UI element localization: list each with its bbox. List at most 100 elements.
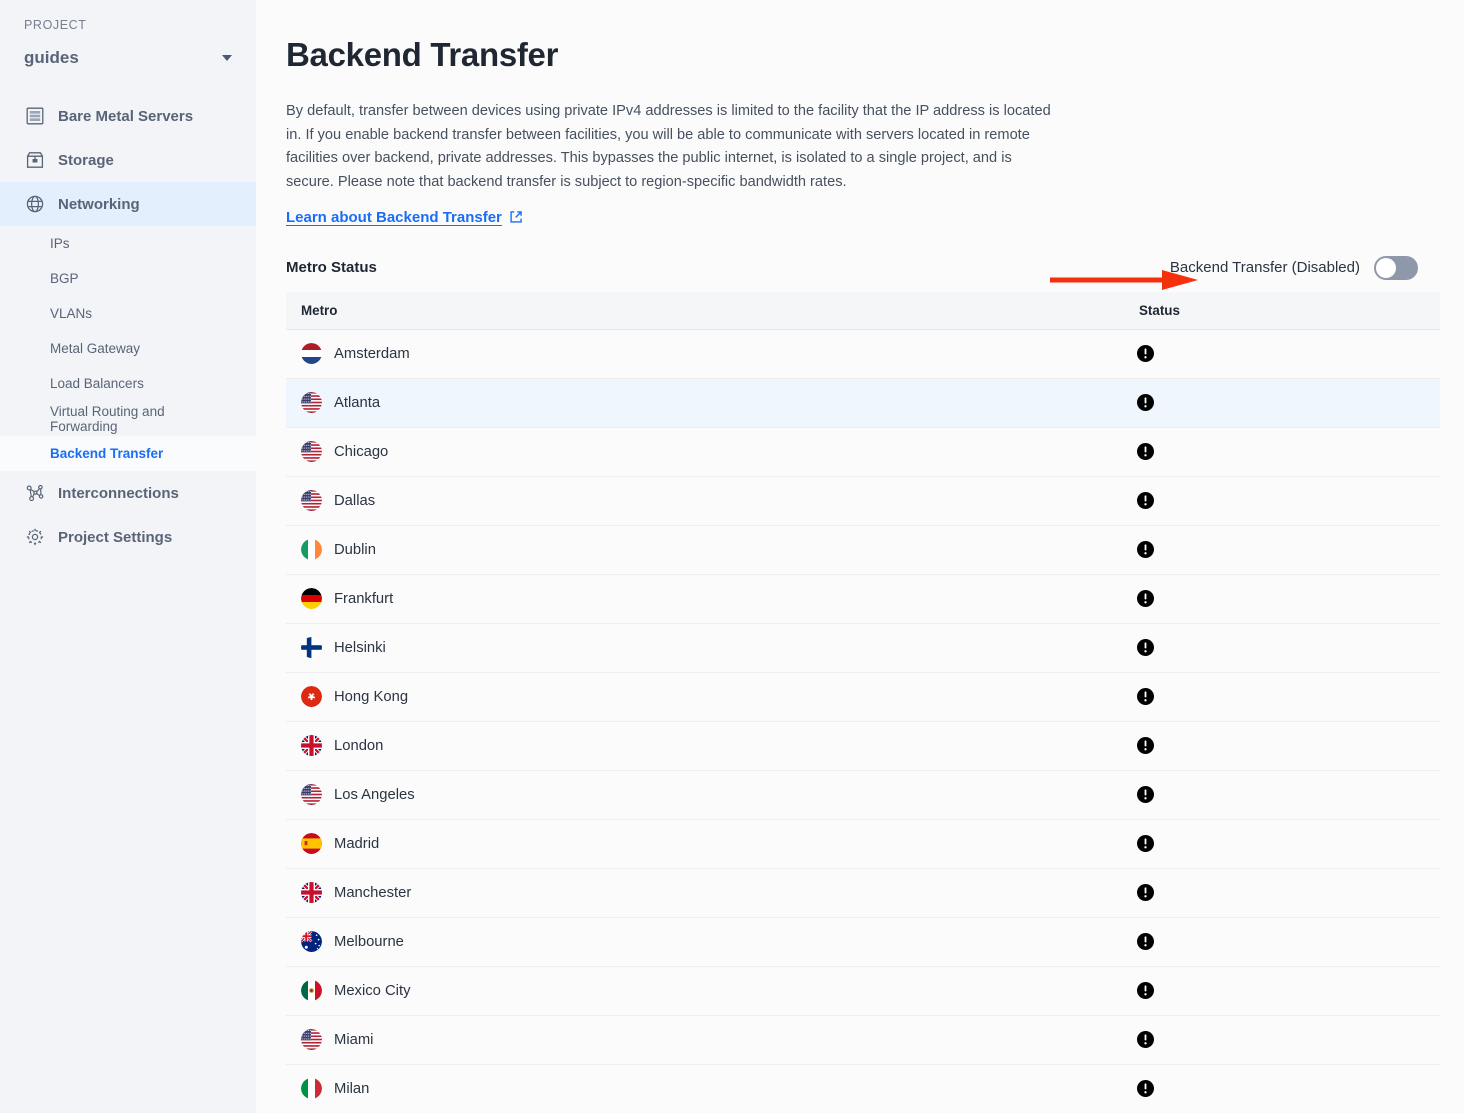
metro-cell: Mexico City [286,966,1124,1015]
sidebar-subitem-ips[interactable]: IPs [0,226,256,261]
metro-name: Melbourne [334,933,404,950]
main-content: Backend Transfer By default, transfer be… [256,0,1464,1113]
learn-about-backend-transfer-link[interactable]: Learn about Backend Transfer [286,209,523,226]
table-row[interactable]: Melbourne [286,917,1440,967]
page-title: Backend Transfer [286,36,559,73]
table-row[interactable]: Frankfurt [286,574,1440,624]
metro-name: London [334,737,384,754]
sidebar-subitem-load-balancers[interactable]: Load Balancers [0,366,256,401]
status-alert-icon[interactable] [1137,394,1440,412]
table-row[interactable]: Milan [286,1064,1440,1113]
status-cell [1124,917,1440,966]
status-alert-icon[interactable] [1137,688,1440,706]
table-row[interactable]: Dallas [286,476,1440,526]
status-alert-icon[interactable] [1137,443,1440,461]
status-cell [1124,1064,1440,1113]
table-row[interactable]: Helsinki [286,623,1440,673]
status-cell [1124,966,1440,1015]
table-header: Metro Status [286,291,1440,330]
status-cell [1124,1015,1440,1064]
sidebar-item-storage[interactable]: Storage [0,138,256,182]
flag-us-icon [301,441,322,463]
sidebar-item-label: Project Settings [58,528,173,546]
metro-name: Dallas [334,492,376,509]
metro-cell: Amsterdam [286,329,1124,378]
status-alert-icon[interactable] [1137,982,1440,1000]
status-alert-icon[interactable] [1137,492,1440,510]
sidebar-nav-bottom: Interconnections Project Settings [0,471,256,559]
metro-cell-inner: Mexico City [301,980,1124,1002]
sidebar-subitem-bgp[interactable]: BGP [0,261,256,296]
sidebar-subitem-label: IPs [50,236,70,251]
metro-cell: Madrid [286,819,1124,868]
metro-cell-inner: Melbourne [301,931,1124,953]
networking-icon [24,193,46,215]
sidebar-subitem-virtual-routing-and-forwarding[interactable]: Virtual Routing and Forwarding [0,401,256,436]
flag-ie-icon [301,539,322,561]
sidebar-subitem-label: BGP [50,271,79,286]
status-alert-icon[interactable] [1137,1031,1440,1049]
status-alert-icon[interactable] [1137,1080,1440,1098]
sidebar-item-interconnections[interactable]: Interconnections [0,471,256,515]
flag-nl-icon [301,343,322,365]
sidebar-subnav: IPs BGP VLANs Metal Gateway Load Balancers Vi… [0,226,256,471]
sidebar-item-project-settings[interactable]: Project Settings [0,515,256,559]
table-row[interactable]: Manchester [286,868,1440,918]
sidebar-subitem-backend-transfer[interactable]: Backend Transfer [0,436,256,471]
status-alert-icon[interactable] [1137,884,1440,902]
metro-cell-inner: Dallas [301,490,1124,512]
metro-name: Chicago [334,443,389,460]
project-label: PROJECT [24,18,87,32]
status-cell [1124,868,1440,917]
metro-cell: Frankfurt [286,574,1124,623]
table-row[interactable]: London [286,721,1440,771]
sidebar-subitem-vlans[interactable]: VLANs [0,296,256,331]
sidebar-item-networking[interactable]: Networking [0,182,256,226]
metro-cell-inner: Madrid [301,833,1124,855]
metro-cell: Miami [286,1015,1124,1064]
metro-cell: Atlanta [286,378,1124,427]
sidebar-subitem-metal-gateway[interactable]: Metal Gateway [0,331,256,366]
status-alert-icon[interactable] [1137,786,1440,804]
status-alert-icon[interactable] [1137,835,1440,853]
status-cell [1124,672,1440,721]
status-alert-icon[interactable] [1137,590,1440,608]
table-row[interactable]: Mexico City [286,966,1440,1016]
metro-name: Frankfurt [334,590,394,607]
status-alert-icon[interactable] [1137,541,1440,559]
sidebar-item-bare-metal-servers[interactable]: Bare Metal Servers [0,94,256,138]
status-alert-icon[interactable] [1137,639,1440,657]
status-cell [1124,574,1440,623]
table-row[interactable]: Hong Kong [286,672,1440,722]
metro-cell: Milan [286,1064,1124,1113]
table-row[interactable]: Dublin [286,525,1440,575]
table-row[interactable]: Miami [286,1015,1440,1065]
backend-transfer-toggle-label: Backend Transfer (Disabled) [1169,259,1360,277]
flag-us-icon [301,1029,322,1051]
table-row[interactable]: Atlanta [286,378,1440,428]
status-alert-icon[interactable] [1137,933,1440,951]
backend-transfer-toggle[interactable] [1374,255,1418,280]
flag-hk-icon [301,686,322,708]
metro-cell: Manchester [286,868,1124,917]
status-alert-icon[interactable] [1137,345,1440,363]
status-cell [1124,819,1440,868]
sidebar-item-label: Bare Metal Servers [58,107,194,125]
project-selector[interactable]: guides [0,48,256,68]
table-row[interactable]: Amsterdam [286,329,1440,379]
table-row[interactable]: Madrid [286,819,1440,869]
metro-cell: London [286,721,1124,770]
external-link-icon [510,211,522,223]
metro-name: Miami [334,1031,374,1048]
metro-cell: Dallas [286,476,1124,525]
flag-gb-icon [301,882,322,904]
metro-cell-inner: Chicago [301,441,1124,463]
table-row[interactable]: Los Angeles [286,770,1440,820]
flag-fi-icon [301,637,322,659]
metro-cell: Helsinki [286,623,1124,672]
metro-cell-inner: Miami [301,1029,1124,1051]
table-row[interactable]: Chicago [286,427,1440,477]
flag-au-icon [301,931,322,953]
table-body: Amsterdam Atlanta Chicago Dallas Dublin Frank… [286,329,1440,1113]
status-alert-icon[interactable] [1137,737,1440,755]
